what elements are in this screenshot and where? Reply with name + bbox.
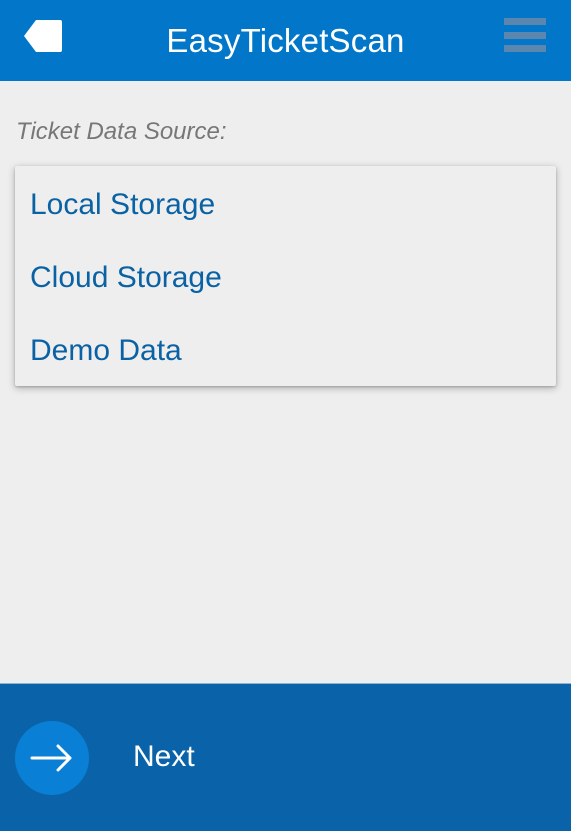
next-label[interactable]: Next xyxy=(133,740,195,774)
option-demo-data[interactable]: Demo Data xyxy=(15,314,556,387)
menu-bar-line xyxy=(504,18,546,25)
menu-bar-line xyxy=(504,45,546,52)
next-button[interactable] xyxy=(15,721,89,795)
hamburger-menu-icon[interactable] xyxy=(504,18,546,52)
back-button[interactable] xyxy=(22,18,64,54)
arrow-right-icon xyxy=(30,744,72,772)
app-bar: EasyTicketScan xyxy=(0,0,571,81)
ticket-data-source-label: Ticket Data Source: xyxy=(16,118,227,145)
option-cloud-storage[interactable]: Cloud Storage xyxy=(15,241,556,314)
app-title: EasyTicketScan xyxy=(166,21,405,59)
back-tag-icon xyxy=(24,20,62,52)
data-source-list: Local Storage Cloud Storage Demo Data xyxy=(15,166,556,386)
option-local-storage[interactable]: Local Storage xyxy=(15,168,556,241)
menu-bar-line xyxy=(504,31,546,39)
bottom-bar: Next xyxy=(0,683,571,831)
